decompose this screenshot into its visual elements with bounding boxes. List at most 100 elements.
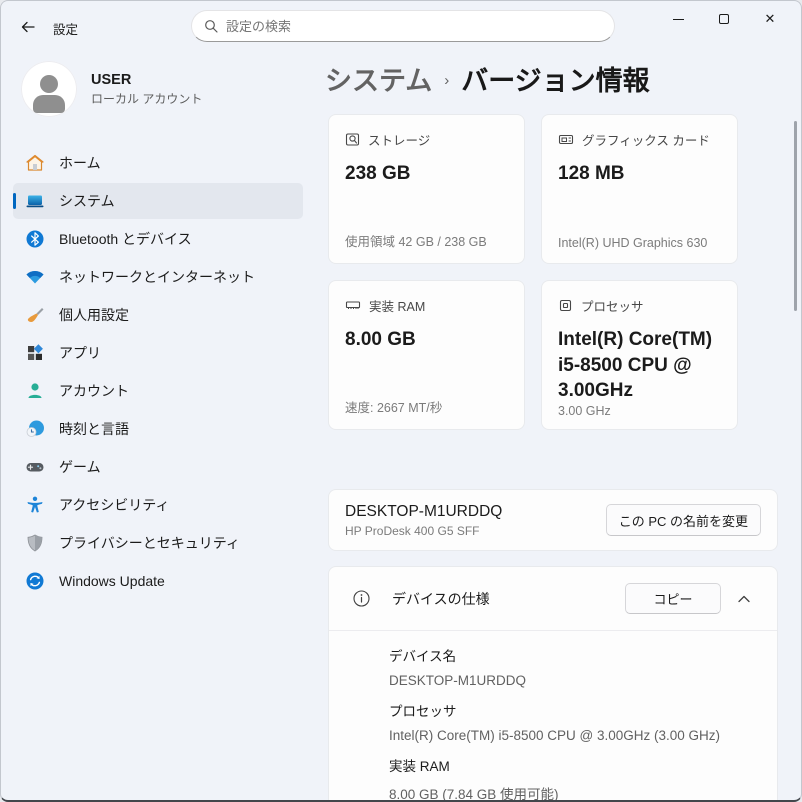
- user-account-type: ローカル アカウント: [91, 90, 202, 107]
- breadcrumb-parent[interactable]: システム: [325, 59, 432, 98]
- maximize-icon: [719, 14, 729, 24]
- bluetooth-icon: [25, 229, 45, 249]
- back-button[interactable]: [15, 14, 41, 40]
- card-label: プロセッサ: [581, 296, 644, 315]
- device-model: HP ProDesk 400 G5 SFF: [345, 524, 502, 538]
- sidebar-item-windows-update[interactable]: Windows Update: [13, 563, 303, 599]
- app-title: 設定: [53, 19, 78, 38]
- processor-card: プロセッサ Intel(R) Core(TM) i5-8500 CPU @ 3.…: [541, 280, 738, 430]
- device-specs-body: デバイス名 DESKTOP-M1URDDQ プロセッサ Intel(R) Cor…: [329, 631, 777, 802]
- rename-pc-button[interactable]: この PC の名前を変更: [606, 504, 761, 536]
- titlebar: 設定 ✕: [1, 1, 801, 51]
- sidebar-item-label: ゲーム: [59, 457, 101, 477]
- user-account-block[interactable]: USER ローカル アカウント: [1, 51, 315, 127]
- sidebar-item-personalization[interactable]: 個人用設定: [13, 297, 303, 333]
- home-icon: [25, 153, 45, 173]
- collapse-button[interactable]: [729, 584, 759, 614]
- card-detail: Intel(R) UHD Graphics 630: [558, 236, 721, 250]
- card-detail: 使用領域 42 GB / 238 GB: [345, 231, 508, 250]
- ram-card: 実装 RAM 8.00 GB 速度: 2667 MT/秒: [328, 280, 525, 430]
- storage-icon: [345, 132, 360, 147]
- sidebar-item-label: ネットワークとインターネット: [59, 267, 255, 287]
- time-language-icon: [25, 419, 45, 439]
- close-icon: ✕: [765, 11, 776, 27]
- sidebar-item-label: アカウント: [59, 381, 129, 401]
- card-value: 128 MB: [558, 161, 721, 187]
- device-specs-header[interactable]: デバイスの仕様 コピー: [329, 567, 777, 631]
- breadcrumb: システム › バージョン情報: [325, 59, 650, 98]
- spec-value: DESKTOP-M1URDDQ: [389, 673, 761, 688]
- spec-label: プロセッサ: [389, 700, 761, 720]
- sidebar-item-label: Bluetooth とデバイス: [59, 229, 192, 249]
- card-detail: 速度: 2667 MT/秒: [345, 397, 508, 416]
- sidebar-item-accounts[interactable]: アカウント: [13, 373, 303, 409]
- maximize-button[interactable]: [701, 1, 747, 37]
- search-box[interactable]: [191, 10, 615, 42]
- storage-card: ストレージ 238 GB 使用領域 42 GB / 238 GB: [328, 114, 525, 264]
- cpu-icon: [558, 298, 573, 313]
- card-label: グラフィックス カード: [582, 130, 710, 149]
- sidebar-item-label: ホーム: [59, 153, 101, 173]
- personalization-icon: [25, 305, 45, 325]
- spec-row-device-name: デバイス名 DESKTOP-M1URDDQ: [389, 645, 761, 688]
- spec-row-processor: プロセッサ Intel(R) Core(TM) i5-8500 CPU @ 3.…: [389, 700, 761, 743]
- card-label: 実装 RAM: [369, 296, 425, 315]
- accessibility-icon: [25, 495, 45, 515]
- card-value: 8.00 GB: [345, 327, 508, 353]
- windows-update-icon: [25, 571, 45, 591]
- search-icon: [204, 19, 218, 33]
- spec-label: 実装 RAM: [389, 755, 761, 775]
- chevron-up-icon: [738, 595, 750, 603]
- minimize-icon: [673, 19, 684, 20]
- card-value: Intel(R) Core(TM) i5-8500 CPU @ 3.00GHz: [558, 327, 721, 404]
- device-name-panel: DESKTOP-M1URDDQ HP ProDesk 400 G5 SFF この…: [328, 489, 778, 551]
- card-label: ストレージ: [368, 130, 430, 149]
- breadcrumb-separator-icon: ›: [444, 68, 449, 89]
- sidebar-item-label: アクセシビリティ: [59, 495, 169, 515]
- sidebar: USER ローカル アカウント ホーム: [1, 51, 315, 800]
- apps-icon: [25, 343, 45, 363]
- privacy-icon: [25, 533, 45, 553]
- sidebar-item-system[interactable]: システム: [13, 183, 303, 219]
- gaming-icon: [25, 457, 45, 477]
- sidebar-item-network-internet[interactable]: ネットワークとインターネット: [13, 259, 303, 295]
- accounts-icon: [25, 381, 45, 401]
- user-name: USER: [91, 72, 202, 88]
- back-arrow-icon: [20, 19, 36, 35]
- device-name: DESKTOP-M1URDDQ: [345, 503, 502, 521]
- sidebar-item-apps[interactable]: アプリ: [13, 335, 303, 371]
- sidebar-item-privacy-security[interactable]: プライバシーとセキュリティ: [13, 525, 303, 561]
- spec-row-ram: 実装 RAM 8.00 GB (7.84 GB 使用可能): [389, 755, 761, 802]
- sidebar-item-bluetooth-devices[interactable]: Bluetooth とデバイス: [13, 221, 303, 257]
- graphics-card: グラフィックス カード 128 MB Intel(R) UHD Graphics…: [541, 114, 738, 264]
- close-button[interactable]: ✕: [747, 1, 793, 37]
- info-icon: [353, 590, 370, 607]
- sidebar-item-label: アプリ: [59, 343, 101, 363]
- sidebar-item-label: 個人用設定: [59, 305, 129, 325]
- sidebar-item-label: Windows Update: [59, 573, 165, 589]
- copy-button[interactable]: コピー: [625, 583, 721, 614]
- card-value: 238 GB: [345, 161, 508, 187]
- sidebar-item-time-language[interactable]: 時刻と言語: [13, 411, 303, 447]
- sidebar-item-label: プライバシーとセキュリティ: [59, 533, 240, 553]
- sidebar-item-label: システム: [59, 191, 115, 211]
- network-icon: [25, 267, 45, 287]
- spec-value: 8.00 GB (7.84 GB 使用可能): [389, 783, 761, 802]
- avatar: [21, 61, 77, 117]
- spec-cards-grid: ストレージ 238 GB 使用領域 42 GB / 238 GB グラフィックス…: [328, 114, 738, 430]
- main-content: システム › バージョン情報 ストレージ 238 GB 使用領域 42 GB /…: [315, 51, 801, 800]
- sidebar-item-home[interactable]: ホーム: [13, 145, 303, 181]
- sidebar-item-gaming[interactable]: ゲーム: [13, 449, 303, 485]
- sidebar-item-accessibility[interactable]: アクセシビリティ: [13, 487, 303, 523]
- spec-label: デバイス名: [389, 645, 761, 665]
- scrollbar-thumb[interactable]: [794, 121, 797, 311]
- search-input[interactable]: [226, 19, 602, 34]
- card-detail: 3.00 GHz: [558, 404, 721, 418]
- sidebar-item-label: 時刻と言語: [59, 419, 129, 439]
- window-controls: ✕: [655, 1, 793, 41]
- sidebar-nav: ホーム システム: [1, 145, 315, 599]
- ram-icon: [345, 298, 361, 313]
- spec-value: Intel(R) Core(TM) i5-8500 CPU @ 3.00GHz …: [389, 728, 761, 743]
- page-title: バージョン情報: [461, 59, 649, 98]
- minimize-button[interactable]: [655, 1, 701, 37]
